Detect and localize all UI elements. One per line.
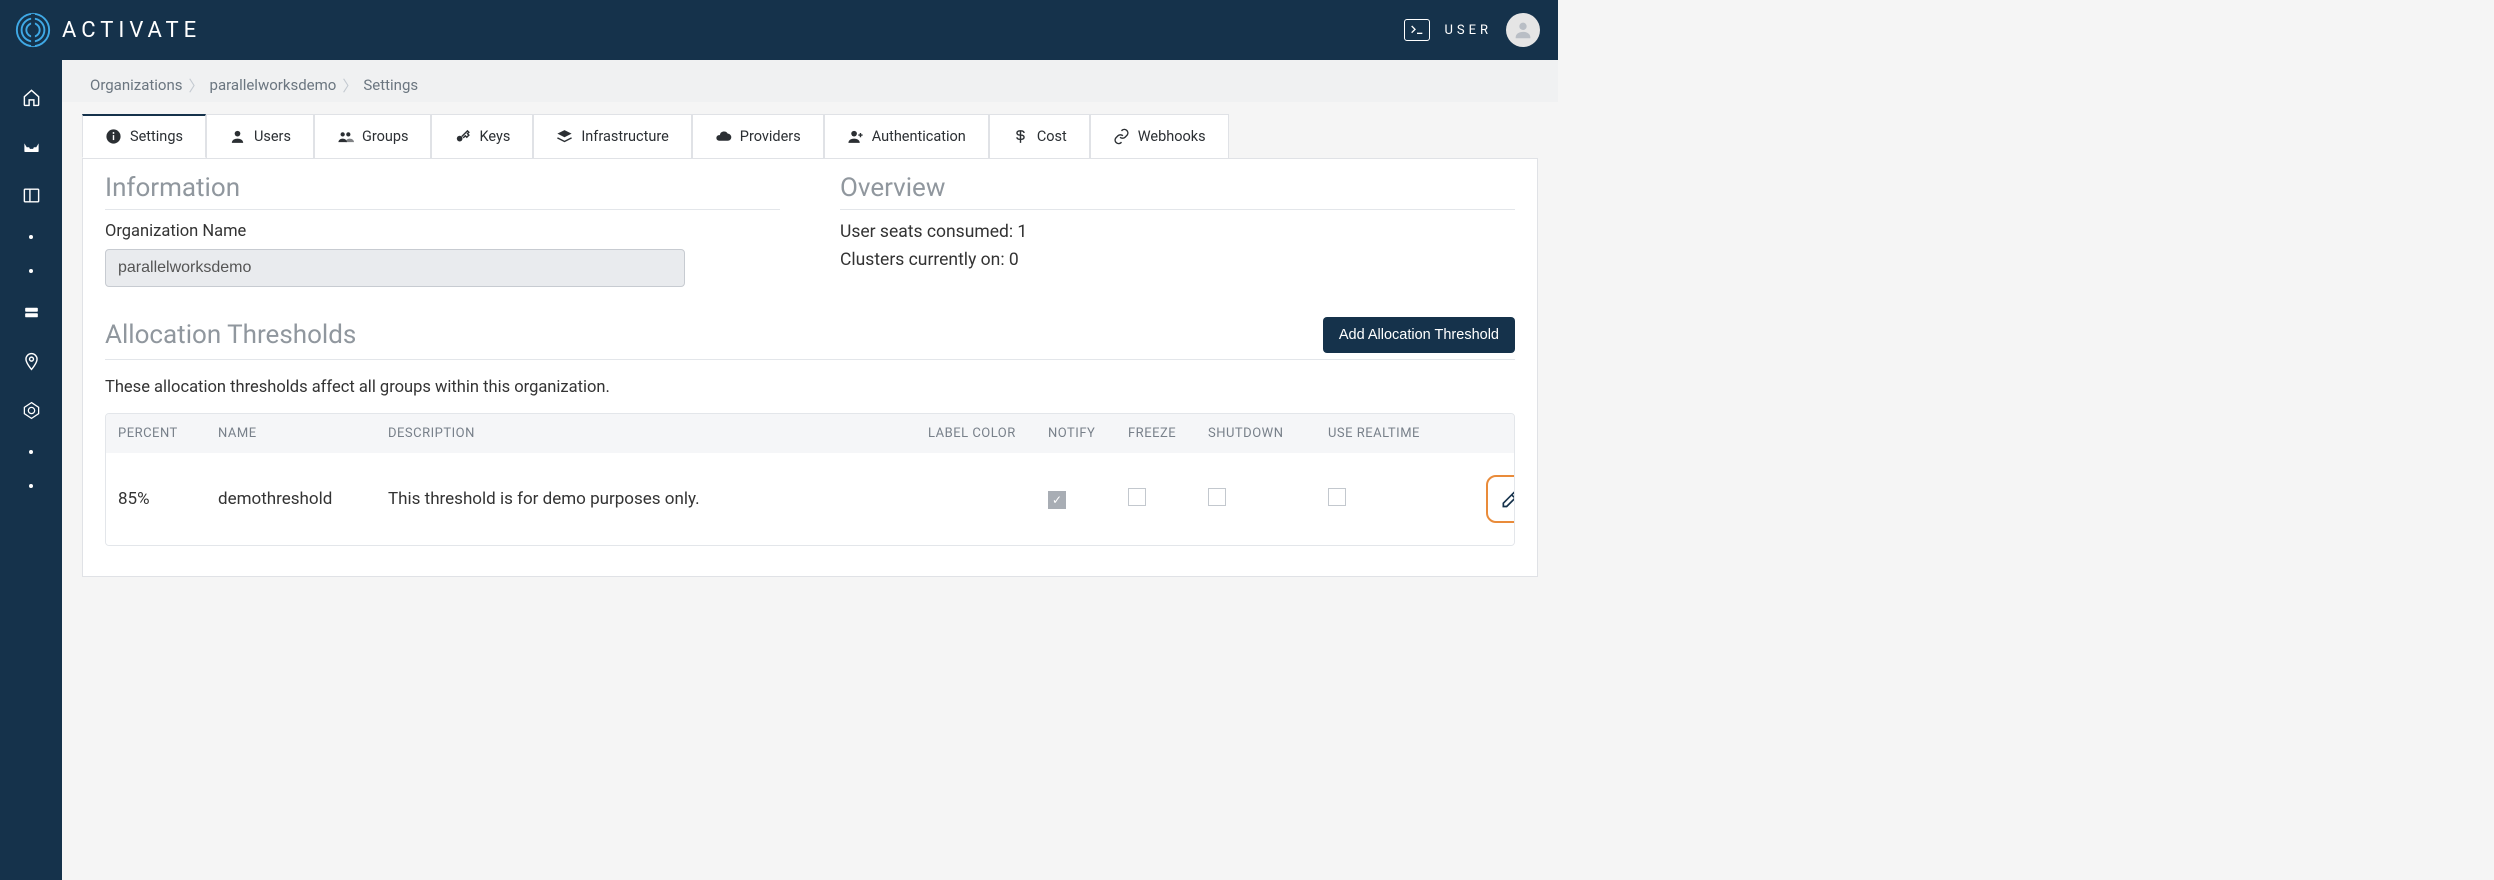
main-area: Organizations 〉 parallelworksdemo 〉 Sett… [62, 60, 1558, 577]
cell-use-realtime [1328, 488, 1458, 511]
information-section: Information Organization Name [105, 173, 780, 287]
tab-authentication[interactable]: Authentication [824, 114, 989, 158]
sidebar-dot[interactable] [29, 269, 33, 273]
breadcrumb-item[interactable]: Organizations [84, 74, 189, 96]
cell-name: demothreshold [218, 489, 388, 509]
sidebar-dot[interactable] [29, 484, 33, 488]
chevron-right-icon: 〉 [189, 75, 204, 96]
dollar-icon [1012, 128, 1029, 145]
tab-label: Keys [479, 128, 510, 145]
breadcrumb-item[interactable]: parallelworksdemo [204, 74, 343, 96]
tab-cost[interactable]: Cost [989, 114, 1090, 158]
breadcrumb-item[interactable]: Settings [357, 74, 424, 96]
col-description: DESCRIPTION [388, 426, 928, 441]
settings-panel: Information Organization Name Overview U… [82, 158, 1538, 577]
notify-checkbox[interactable]: ✓ [1048, 491, 1066, 509]
user-label[interactable]: USER [1444, 23, 1492, 38]
tabs: Settings Users Groups Keys Infrastructur… [82, 114, 1558, 158]
tab-label: Groups [362, 128, 409, 145]
sidebar [0, 60, 62, 880]
table-row: 85% demothreshold This threshold is for … [106, 453, 1514, 545]
cell-description: This threshold is for demo purposes only… [388, 489, 928, 509]
inbox-icon[interactable] [22, 137, 41, 156]
sidebar-dot[interactable] [29, 450, 33, 454]
tab-label: Infrastructure [581, 128, 668, 145]
org-name-label: Organization Name [105, 222, 780, 241]
row-actions [1458, 475, 1515, 523]
cell-percent: 85% [118, 489, 218, 509]
allocation-header: Allocation Thresholds Add Allocation Thr… [105, 317, 1515, 360]
col-percent: PERCENT [118, 426, 218, 441]
freeze-checkbox[interactable] [1128, 488, 1146, 506]
terminal-button[interactable] [1404, 19, 1430, 41]
col-freeze: FREEZE [1128, 426, 1208, 441]
top-bar: ACTIVATE USER [0, 0, 1558, 60]
link-icon [1113, 128, 1130, 145]
server-icon[interactable] [22, 303, 41, 322]
allocation-description: These allocation thresholds affect all g… [105, 378, 1515, 397]
cell-freeze [1128, 488, 1208, 511]
threshold-table: PERCENT NAME DESCRIPTION LABEL COLOR NOT… [105, 413, 1515, 546]
overview-section: Overview User seats consumed: 1 Clusters… [840, 173, 1515, 287]
group-icon [337, 128, 354, 145]
sidebar-dot[interactable] [29, 235, 33, 239]
chevron-right-icon: 〉 [342, 75, 357, 96]
tab-label: Cost [1037, 128, 1067, 145]
edit-button[interactable] [1486, 475, 1515, 523]
avatar[interactable] [1506, 13, 1540, 47]
information-title: Information [105, 173, 780, 210]
shutdown-checkbox[interactable] [1208, 488, 1226, 506]
tab-label: Users [254, 128, 291, 145]
panel-icon[interactable] [22, 186, 41, 205]
brand-name: ACTIVATE [62, 18, 201, 43]
overview-seats: User seats consumed: 1 [840, 222, 1515, 242]
tab-webhooks[interactable]: Webhooks [1090, 114, 1229, 158]
brand: ACTIVATE [14, 11, 201, 49]
brand-logo-icon [14, 11, 52, 49]
tab-label: Webhooks [1138, 128, 1206, 145]
tab-providers[interactable]: Providers [692, 114, 824, 158]
tab-users[interactable]: Users [206, 114, 314, 158]
key-icon [454, 128, 471, 145]
tab-infrastructure[interactable]: Infrastructure [533, 114, 691, 158]
col-notify: NOTIFY [1048, 426, 1128, 441]
cloud-icon [715, 128, 732, 145]
user-icon [229, 128, 246, 145]
overview-clusters: Clusters currently on: 0 [840, 250, 1515, 270]
tab-settings[interactable]: Settings [82, 114, 206, 158]
info-icon [105, 128, 122, 145]
home-icon[interactable] [22, 88, 41, 107]
layers-icon [556, 128, 573, 145]
tab-groups[interactable]: Groups [314, 114, 432, 158]
use-realtime-checkbox[interactable] [1328, 488, 1346, 506]
tab-label: Settings [130, 128, 183, 145]
user-block: USER [1404, 13, 1540, 47]
add-allocation-threshold-button[interactable]: Add Allocation Threshold [1323, 317, 1515, 353]
pin-icon[interactable] [22, 352, 41, 371]
kubernetes-icon[interactable] [22, 401, 41, 420]
col-label-color: LABEL COLOR [928, 426, 1048, 441]
tab-keys[interactable]: Keys [431, 114, 533, 158]
col-shutdown: SHUTDOWN [1208, 426, 1328, 441]
col-use-realtime: USE REALTIME [1328, 426, 1458, 441]
overview-title: Overview [840, 173, 1515, 210]
allocation-title: Allocation Thresholds [105, 320, 356, 350]
breadcrumb: Organizations 〉 parallelworksdemo 〉 Sett… [62, 60, 1558, 102]
cell-notify: ✓ [1048, 489, 1128, 509]
tab-label: Providers [740, 128, 801, 145]
person-plus-icon [847, 128, 864, 145]
col-name: NAME [218, 426, 388, 441]
cell-shutdown [1208, 488, 1328, 511]
org-name-input[interactable] [105, 249, 685, 287]
table-header-row: PERCENT NAME DESCRIPTION LABEL COLOR NOT… [106, 414, 1514, 453]
tab-label: Authentication [872, 128, 966, 145]
